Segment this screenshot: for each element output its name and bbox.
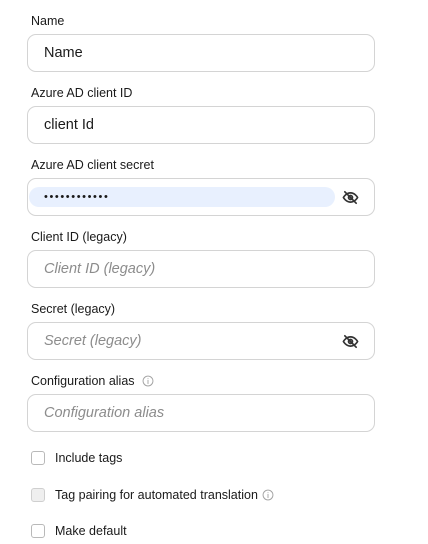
make-default-label: Make default [55,524,127,538]
include-tags-row: Include tags [31,450,122,466]
client-id-field-container [27,106,375,144]
client-secret-masked-value: •••••••••••• [44,191,110,203]
info-icon[interactable] [142,375,154,387]
name-input[interactable] [44,35,334,71]
client-id-label: Azure AD client ID [31,86,133,100]
client-id-legacy-input[interactable] [44,251,334,287]
include-tags-label: Include tags [55,451,123,465]
secret-legacy-label: Secret (legacy) [31,302,116,316]
client-id-legacy-label: Client ID (legacy) [31,230,127,244]
secret-legacy-input[interactable] [44,323,334,359]
translation-config-form: Name Azure AD client ID Azure AD client … [0,0,428,544]
name-field-container [27,34,375,72]
include-tags-checkbox[interactable] [31,451,45,465]
client-secret-label: Azure AD client secret [31,158,154,172]
configuration-alias-label: Configuration alias [31,374,135,388]
eye-off-icon[interactable] [342,333,359,350]
client-id-input[interactable] [44,107,334,143]
eye-off-icon[interactable] [342,189,359,206]
client-secret-field[interactable]: •••••••••••• [27,178,375,216]
configuration-alias-field-container [27,394,375,432]
info-icon[interactable] [262,489,274,501]
configuration-alias-input[interactable] [44,395,334,431]
tag-pairing-row: Tag pairing for automated translation [31,487,274,503]
tag-pairing-label-row: Tag pairing for automated translation [55,488,274,502]
configuration-alias-label-row: Configuration alias [31,374,154,388]
make-default-row: Make default [31,523,127,539]
tag-pairing-checkbox[interactable] [31,488,45,502]
name-label: Name [31,14,65,28]
client-id-legacy-field-container [27,250,375,288]
make-default-checkbox[interactable] [31,524,45,538]
tag-pairing-label: Tag pairing for automated translation [55,488,258,502]
secret-legacy-field-container [27,322,375,360]
